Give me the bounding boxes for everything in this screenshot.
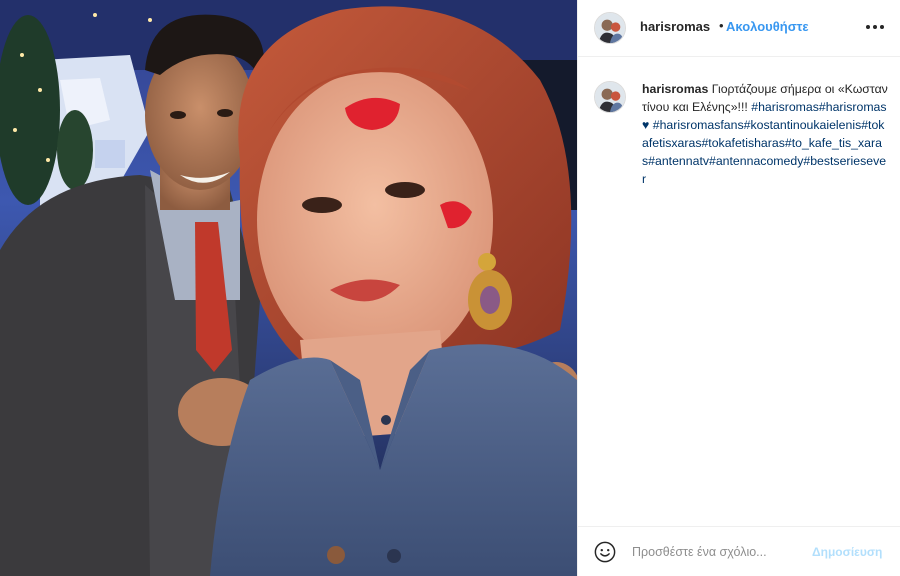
- post-header: harisromas • Ακολουθήστε: [578, 0, 900, 57]
- follow-button[interactable]: Ακολουθήστε: [726, 19, 809, 34]
- post-caption: harisromas Γιορτάζουμε σήμερα οι «Κωσταν…: [642, 80, 888, 188]
- dot-icon: [866, 25, 870, 29]
- post-panel: harisromas • Ακολουθήστε harisromas Γιορ…: [577, 0, 900, 576]
- comments-area: harisromas Γιορτάζουμε σήμερα οι «Κωσταν…: [578, 57, 900, 525]
- post-photo[interactable]: [0, 0, 577, 576]
- avatar[interactable]: [594, 12, 626, 44]
- caption-avatar[interactable]: [594, 81, 626, 113]
- dot-icon: [880, 25, 884, 29]
- avatar-image: [595, 82, 625, 112]
- heart-emoji: ♥: [642, 118, 650, 132]
- hashtags-line2[interactable]: #harisromasfans#kostantinoukaielenis#tok…: [642, 118, 886, 186]
- publish-button[interactable]: Δημοσίευση: [812, 545, 882, 559]
- smiley-icon[interactable]: [594, 541, 616, 563]
- caption-username[interactable]: harisromas: [642, 82, 708, 96]
- separator-dot: •: [719, 18, 724, 33]
- smiley-glyph: [594, 541, 616, 563]
- avatar-image: [595, 13, 625, 43]
- hashtags-line1[interactable]: #harisromas#harisromas: [751, 100, 886, 114]
- more-options-icon[interactable]: [866, 21, 884, 33]
- comment-footer: Δημοσίευση: [578, 526, 900, 576]
- comment-input[interactable]: [632, 542, 800, 562]
- username[interactable]: harisromas: [640, 19, 710, 34]
- post-image: [0, 0, 577, 576]
- dot-icon: [873, 25, 877, 29]
